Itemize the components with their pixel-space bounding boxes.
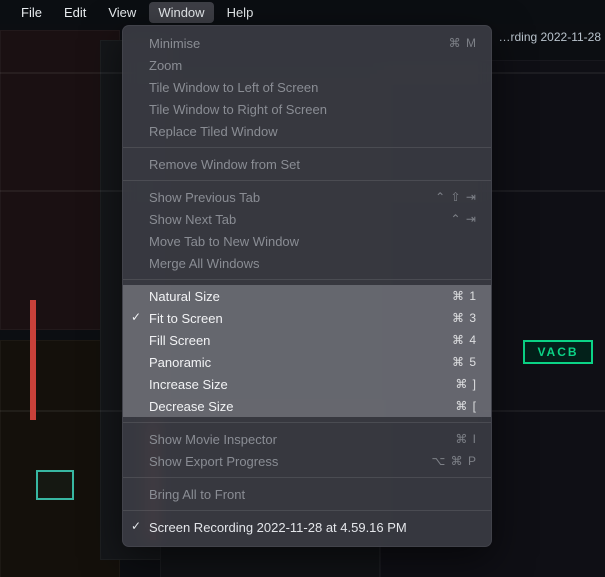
menu-item-tile-left[interactable]: Tile Window to Left of Screen (123, 76, 491, 98)
menu-item-increase-size[interactable]: Increase Size ⌘ ] (123, 373, 491, 395)
menu-separator (123, 422, 491, 423)
menu-item-label: Tile Window to Left of Screen (149, 80, 477, 95)
menu-item-move-tab-new-window[interactable]: Move Tab to New Window (123, 230, 491, 252)
menu-item-tile-right[interactable]: Tile Window to Right of Screen (123, 98, 491, 120)
menu-item-label: Replace Tiled Window (149, 124, 477, 139)
menu-item-fill-screen[interactable]: Fill Screen ⌘ 4 (123, 329, 491, 351)
menu-bar: File Edit View Window Help (0, 0, 605, 24)
menu-help[interactable]: Help (218, 2, 263, 23)
menu-item-decrease-size[interactable]: Decrease Size ⌘ [ (123, 395, 491, 417)
menu-item-show-next-tab[interactable]: Show Next Tab ⌃ ⇥ (123, 208, 491, 230)
menu-item-panoramic[interactable]: Panoramic ⌘ 5 (123, 351, 491, 373)
menu-separator (123, 279, 491, 280)
menu-item-accelerator: ⌘ 5 (452, 355, 477, 369)
checkmark-icon: ✓ (131, 519, 141, 533)
menu-item-accelerator: ⌘ 3 (452, 311, 477, 325)
menu-item-label: Decrease Size (149, 399, 455, 414)
menu-item-show-previous-tab[interactable]: Show Previous Tab ⌃ ⇧ ⇥ (123, 186, 491, 208)
menu-item-label: Bring All to Front (149, 487, 477, 502)
menu-item-label: Show Export Progress (149, 454, 432, 469)
menu-item-label: Panoramic (149, 355, 452, 370)
menu-separator (123, 180, 491, 181)
menu-item-remove-from-set[interactable]: Remove Window from Set (123, 153, 491, 175)
menu-item-window-entry[interactable]: ✓ Screen Recording 2022-11-28 at 4.59.16… (123, 516, 491, 538)
menu-item-accelerator: ⌃ ⇧ ⇥ (435, 190, 477, 204)
menu-separator (123, 510, 491, 511)
menu-item-accelerator: ⌘ 1 (452, 289, 477, 303)
menu-item-label: Show Next Tab (149, 212, 451, 227)
menu-item-label: Increase Size (149, 377, 455, 392)
menu-item-merge-all-windows[interactable]: Merge All Windows (123, 252, 491, 274)
menu-item-show-movie-inspector[interactable]: Show Movie Inspector ⌘ I (123, 428, 491, 450)
menu-view[interactable]: View (99, 2, 145, 23)
menu-item-replace-tiled[interactable]: Replace Tiled Window (123, 120, 491, 142)
menu-item-natural-size[interactable]: Natural Size ⌘ 1 (123, 285, 491, 307)
menu-item-label: Show Movie Inspector (149, 432, 455, 447)
menu-item-accelerator: ⌥ ⌘ P (432, 454, 478, 468)
menu-item-bring-all-to-front[interactable]: Bring All to Front (123, 483, 491, 505)
menu-item-label: Remove Window from Set (149, 157, 477, 172)
menu-separator (123, 477, 491, 478)
menu-item-zoom[interactable]: Zoom (123, 54, 491, 76)
background-window-title: …rding 2022-11-28 (498, 30, 601, 44)
menu-item-fit-to-screen[interactable]: ✓ Fit to Screen ⌘ 3 (123, 307, 491, 329)
menu-item-show-export-progress[interactable]: Show Export Progress ⌥ ⌘ P (123, 450, 491, 472)
menu-edit[interactable]: Edit (55, 2, 95, 23)
menu-item-label: Show Previous Tab (149, 190, 435, 205)
menu-section-sizing: Natural Size ⌘ 1 ✓ Fit to Screen ⌘ 3 Fil… (123, 285, 491, 417)
menu-item-minimise[interactable]: Minimise ⌘ M (123, 32, 491, 54)
menu-item-label: Fit to Screen (149, 311, 452, 326)
menu-item-label: Minimise (149, 36, 449, 51)
menu-item-label: Zoom (149, 58, 477, 73)
neon-sign: VACB (523, 340, 593, 364)
window-menu-dropdown: Minimise ⌘ M Zoom Tile Window to Left of… (122, 25, 492, 547)
menu-item-label: Screen Recording 2022-11-28 at 4.59.16 P… (149, 520, 477, 535)
menu-item-accelerator: ⌘ M (449, 36, 477, 50)
menu-item-label: Fill Screen (149, 333, 452, 348)
menu-item-label: Tile Window to Right of Screen (149, 102, 477, 117)
menu-item-accelerator: ⌃ ⇥ (451, 212, 477, 226)
menu-item-label: Merge All Windows (149, 256, 477, 271)
menu-item-accelerator: ⌘ 4 (452, 333, 477, 347)
menu-item-label: Move Tab to New Window (149, 234, 477, 249)
menu-item-accelerator: ⌘ I (455, 432, 477, 446)
menu-separator (123, 147, 491, 148)
menu-item-accelerator: ⌘ [ (455, 399, 477, 413)
checkmark-icon: ✓ (131, 310, 141, 324)
menu-window[interactable]: Window (149, 2, 213, 23)
menu-item-accelerator: ⌘ ] (455, 377, 477, 391)
menu-item-label: Natural Size (149, 289, 452, 304)
menu-file[interactable]: File (12, 2, 51, 23)
